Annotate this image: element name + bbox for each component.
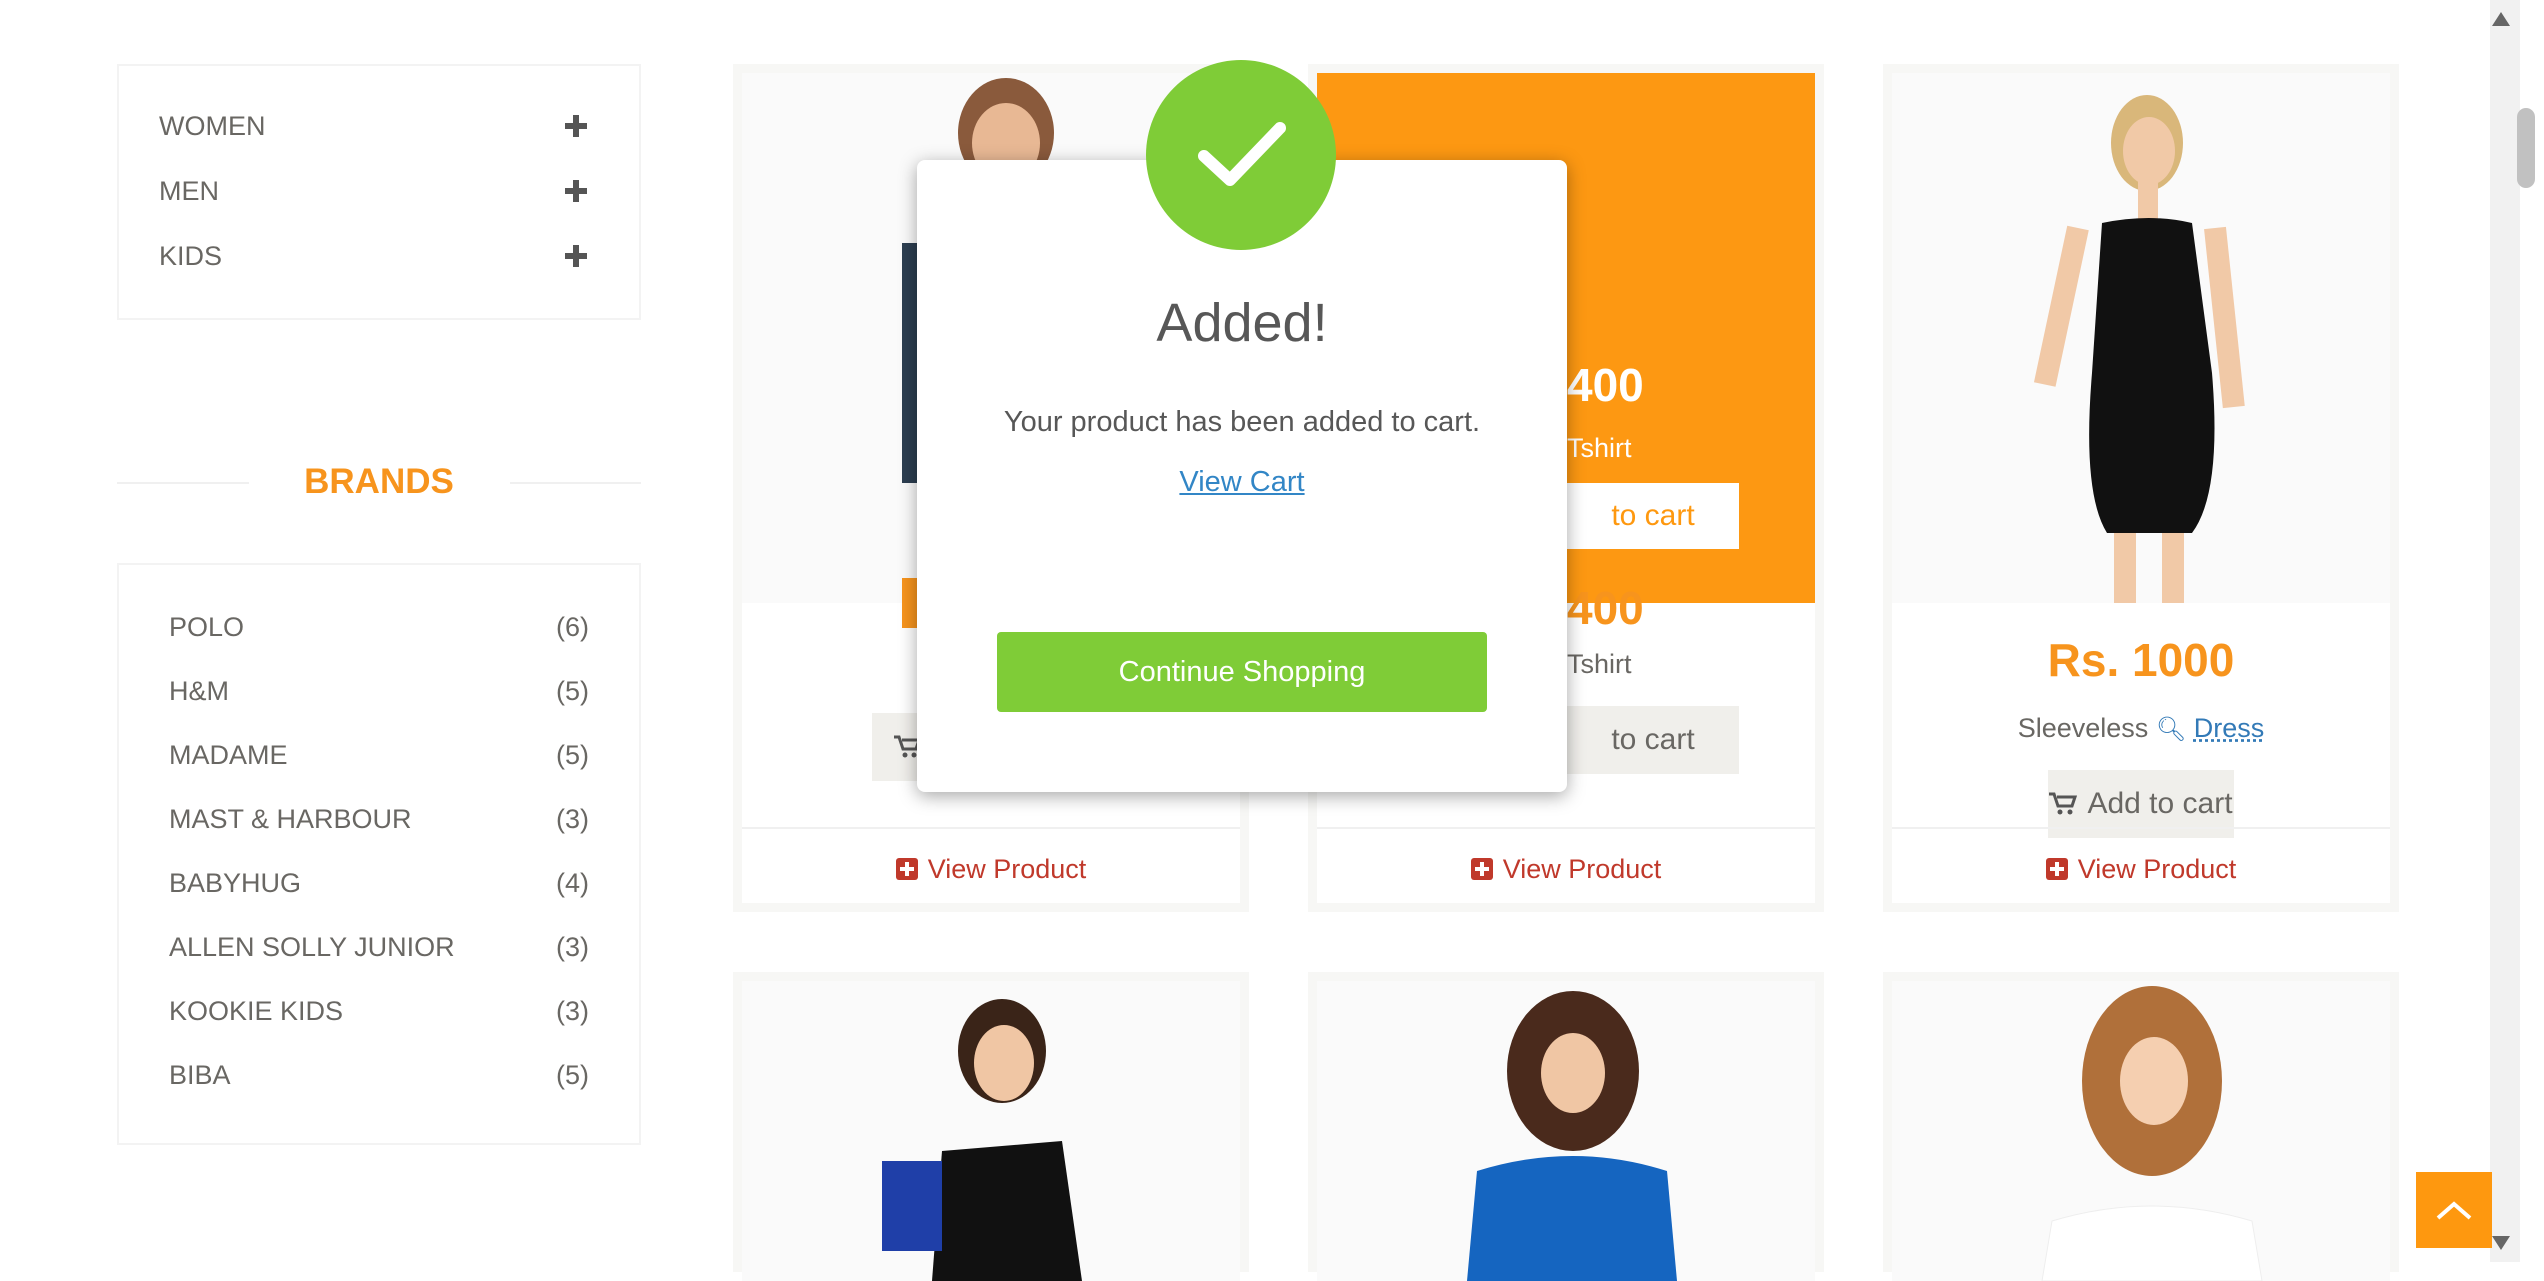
cart-icon xyxy=(2049,792,2078,815)
success-check-icon xyxy=(1146,60,1336,250)
category-kids[interactable]: KIDS xyxy=(159,236,587,276)
search-icon: 🔍︎ xyxy=(2155,716,2187,743)
modal-message: Your product has been added to cart. xyxy=(1003,406,1481,438)
view-product-label: View Product xyxy=(927,853,1087,884)
product-image xyxy=(742,981,1240,1281)
add-to-cart-button[interactable]: to cart xyxy=(1567,706,1739,774)
category-label: MEN xyxy=(159,175,219,206)
brand-count: (3) xyxy=(556,931,589,962)
product-category-link[interactable]: Dress xyxy=(2194,713,2265,743)
brand-name: KOOKIE KIDS xyxy=(169,995,344,1026)
brand-name: BIBA xyxy=(169,1059,231,1090)
plus-icon[interactable] xyxy=(565,115,587,137)
product-image xyxy=(1317,981,1815,1281)
plus-icon[interactable] xyxy=(565,180,587,202)
brand-count: (3) xyxy=(556,995,589,1026)
category-men[interactable]: MEN xyxy=(159,171,587,211)
overlay-price: 400 xyxy=(1567,359,1644,411)
scroll-down-icon[interactable] xyxy=(2492,1236,2510,1250)
plus-square-icon xyxy=(2045,858,2068,880)
brand-name: MAST & HARBOUR xyxy=(169,803,412,834)
plus-icon[interactable] xyxy=(565,245,587,267)
view-product-link[interactable]: View Product xyxy=(1317,827,1815,909)
category-panel: WOMEN MEN KIDS xyxy=(117,64,641,320)
brands-panel: POLO (6) H&M (5) MADAME (5) MAST & HARBO… xyxy=(117,563,641,1145)
scrollbar[interactable] xyxy=(2490,0,2520,1262)
brand-count: (4) xyxy=(556,867,589,898)
brand-name: MADAME xyxy=(169,739,288,770)
scrollbar-thumb[interactable] xyxy=(2517,108,2535,188)
product-name-text: Sleeveless xyxy=(2017,713,2149,743)
product-price: Rs. 1000 xyxy=(2047,634,2235,686)
brand-item-polo[interactable]: POLO (6) xyxy=(169,607,589,647)
product-card xyxy=(733,972,1249,1281)
brand-name: ALLEN SOLLY JUNIOR xyxy=(169,931,455,962)
overlay-name: Tshirt xyxy=(1567,433,1632,463)
brand-count: (3) xyxy=(556,803,589,834)
category-women[interactable]: WOMEN xyxy=(159,106,587,146)
chevron-up-icon xyxy=(2436,1201,2472,1220)
brand-name: H&M xyxy=(169,675,229,706)
brand-item-allen-solly-junior[interactable]: ALLEN SOLLY JUNIOR (3) xyxy=(169,927,589,967)
product-name: Sleeveless 🔍︎ Dress xyxy=(1892,713,2390,744)
product-card xyxy=(1883,972,2399,1281)
product-name: Tshirt xyxy=(1567,649,1632,679)
product-image xyxy=(1892,981,2390,1281)
brand-item-madame[interactable]: MADAME (5) xyxy=(169,735,589,775)
brand-item-babyhug[interactable]: BABYHUG (4) xyxy=(169,863,589,903)
brand-item-biba[interactable]: BIBA (5) xyxy=(169,1055,589,1095)
category-label: WOMEN xyxy=(159,110,266,141)
scroll-to-top-button[interactable] xyxy=(2416,1172,2492,1248)
brand-item-mast-harbour[interactable]: MAST & HARBOUR (3) xyxy=(169,799,589,839)
brand-item-hm[interactable]: H&M (5) xyxy=(169,671,589,711)
continue-shopping-button[interactable]: Continue Shopping xyxy=(997,632,1487,712)
view-product-link[interactable]: View Product xyxy=(1892,827,2390,909)
plus-square-icon xyxy=(895,858,918,880)
product-card: Rs. 1000 Sleeveless 🔍︎ Dress Add to cart… xyxy=(1883,64,2399,912)
view-cart-link[interactable]: View Cart xyxy=(917,466,1567,499)
brand-name: BABYHUG xyxy=(169,867,302,898)
brand-count: (5) xyxy=(556,675,589,706)
product-price: 400 xyxy=(1567,582,1644,634)
category-label: KIDS xyxy=(159,240,223,271)
brand-count: (5) xyxy=(556,739,589,770)
view-product-label: View Product xyxy=(1502,853,1662,884)
add-to-cart-label: Add to cart xyxy=(2087,787,2233,820)
product-image xyxy=(1892,73,2390,603)
view-product-label: View Product xyxy=(2077,853,2237,884)
brand-name: POLO xyxy=(169,611,245,642)
scroll-up-icon[interactable] xyxy=(2492,12,2510,26)
modal-title: Added! xyxy=(1156,293,1328,353)
brand-item-kookie-kids[interactable]: KOOKIE KIDS (3) xyxy=(169,991,589,1031)
brand-count: (6) xyxy=(556,611,589,642)
view-product-link[interactable]: View Product xyxy=(742,827,1240,909)
brands-heading: BRANDS xyxy=(304,462,454,501)
brand-count: (5) xyxy=(556,1059,589,1090)
plus-square-icon xyxy=(1470,858,1493,880)
product-card xyxy=(1308,972,1824,1281)
overlay-add-to-cart-button[interactable]: to cart xyxy=(1567,483,1739,549)
